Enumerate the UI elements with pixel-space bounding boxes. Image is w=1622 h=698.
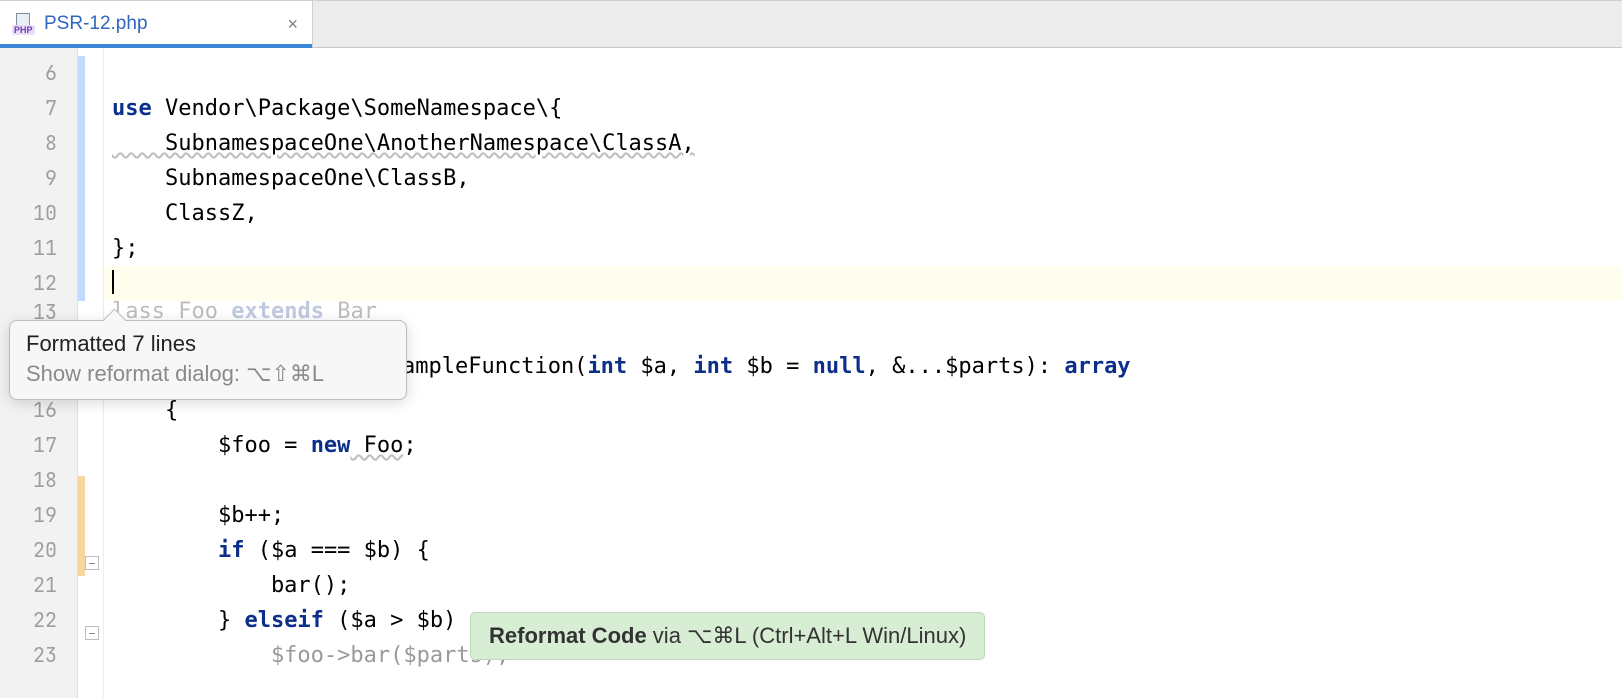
code-line[interactable]: SubnamespaceOne\ClassB,: [104, 161, 1622, 196]
editor-tab[interactable]: PHP PSR-12.php ×: [0, 1, 313, 47]
code-line[interactable]: SubnamespaceOne\AnotherNamespace\ClassA,: [104, 126, 1622, 161]
hint-action: Reformat Code: [489, 623, 647, 648]
line-number: 21: [0, 568, 77, 603]
close-icon[interactable]: ×: [288, 14, 299, 35]
line-number: 10: [0, 196, 77, 231]
line-number: 12: [0, 266, 77, 301]
line-number: 18: [0, 463, 77, 498]
line-number: 20: [0, 533, 77, 568]
shortcut-hint-banner: Reformat Code via ⌥⌘L (Ctrl+Alt+L Win/Li…: [470, 612, 985, 660]
code-line[interactable]: use Vendor\Package\SomeNamespace\{: [104, 91, 1622, 126]
line-number: 19: [0, 498, 77, 533]
line-number: 22: [0, 603, 77, 638]
line-number: 6: [0, 56, 77, 91]
popup-title: Formatted 7 lines: [26, 331, 390, 357]
code-line[interactable]: $b++;: [104, 498, 1622, 533]
code-line[interactable]: [104, 56, 1622, 91]
code-line[interactable]: bar();: [104, 568, 1622, 603]
fold-handle-icon[interactable]: [85, 626, 99, 640]
code-line[interactable]: $foo = new Foo;: [104, 428, 1622, 463]
code-line[interactable]: [104, 463, 1622, 498]
popup-hint: Show reformat dialog: ⌥⇧⌘L: [26, 361, 390, 387]
line-number: 11: [0, 231, 77, 266]
line-number: 8: [0, 126, 77, 161]
line-number: 9: [0, 161, 77, 196]
line-number: 23: [0, 638, 77, 673]
text-caret: [112, 270, 114, 294]
fold-handle-icon[interactable]: [85, 556, 99, 570]
line-number: 17: [0, 428, 77, 463]
code-line-active[interactable]: [104, 266, 1622, 301]
code-line[interactable]: if ($a === $b) {: [104, 533, 1622, 568]
php-file-icon: PHP: [12, 13, 34, 35]
selection-stripe: [78, 56, 85, 301]
tab-filename: PSR-12.php: [44, 13, 148, 35]
editor: 6 7 8 9 10 11 12 13 16 17 18 19 20 21 22…: [0, 48, 1622, 698]
reformat-result-popup: Formatted 7 lines Show reformat dialog: …: [9, 320, 407, 400]
change-stripe: [78, 476, 85, 576]
tab-bar: PHP PSR-12.php ×: [0, 0, 1622, 48]
code-line[interactable]: ClassZ,: [104, 196, 1622, 231]
line-number: 7: [0, 91, 77, 126]
code-line[interactable]: };: [104, 231, 1622, 266]
hint-keys: via ⌥⌘L (Ctrl+Alt+L Win/Linux): [647, 623, 967, 648]
